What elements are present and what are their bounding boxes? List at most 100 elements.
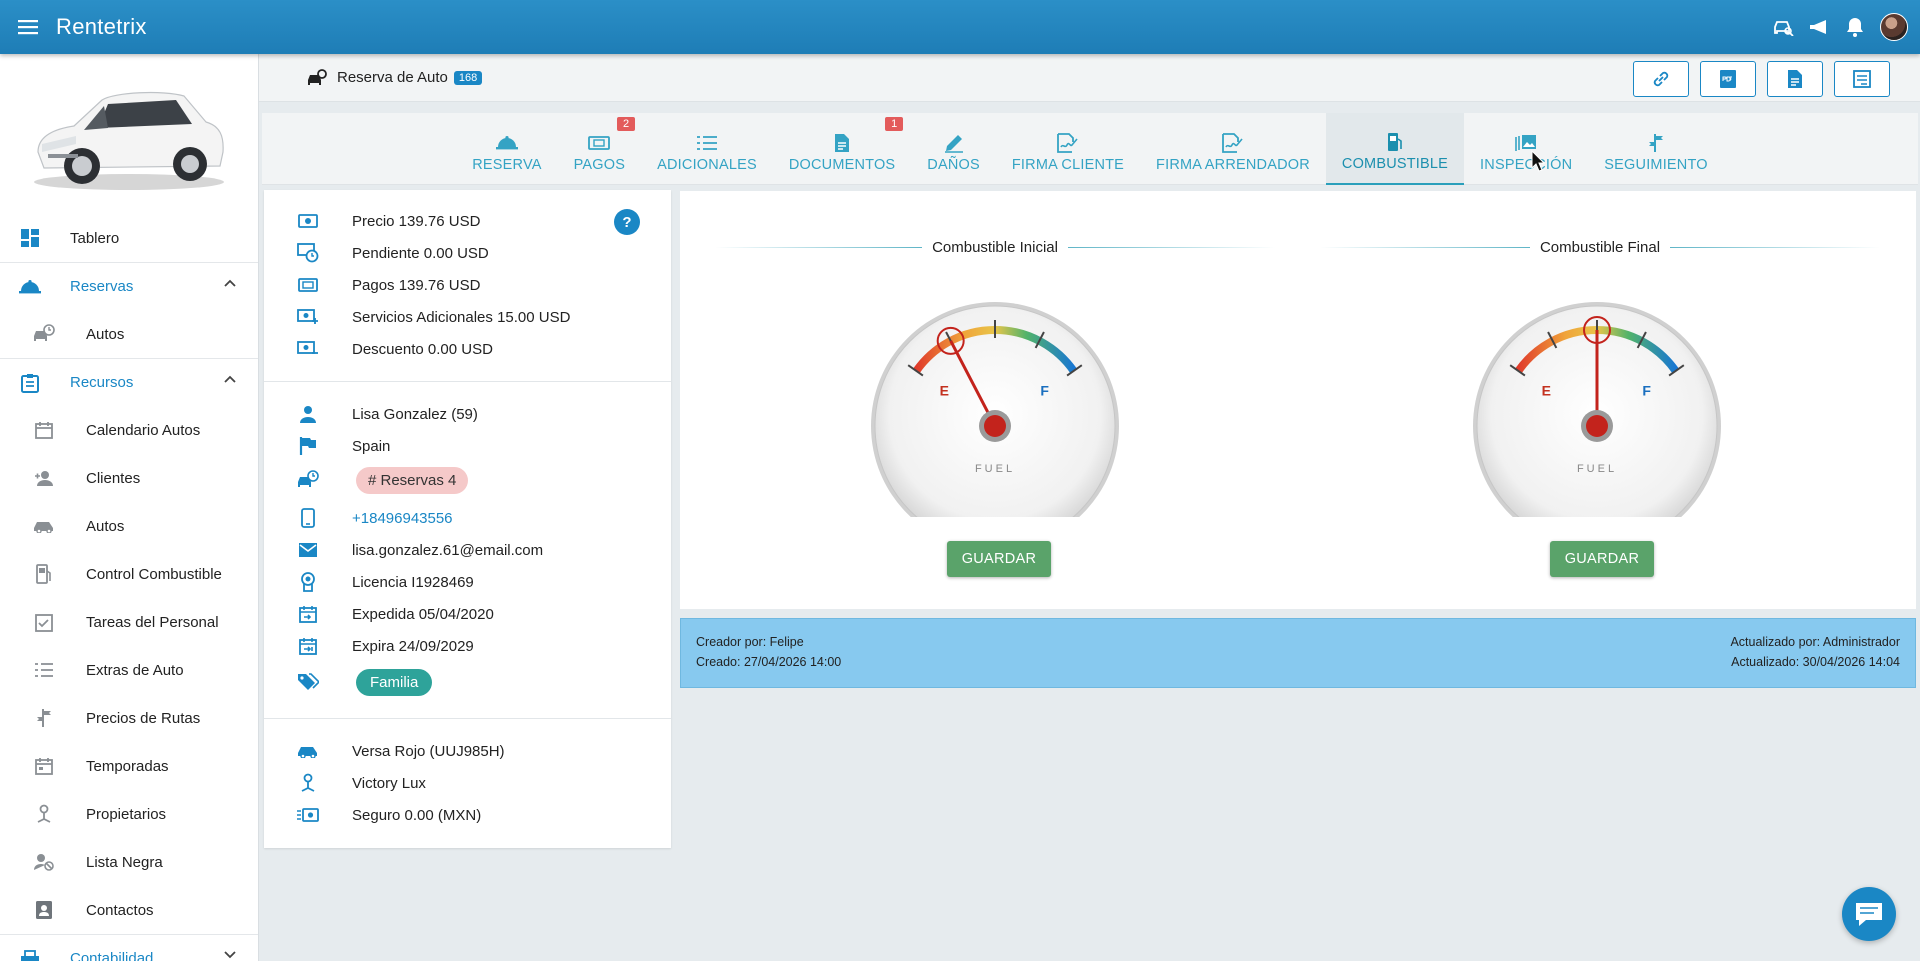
reservations-count-row: # Reservas 4 xyxy=(264,464,671,496)
pdf-button[interactable] xyxy=(1700,61,1756,97)
tab-label: COMBUSTIBLE xyxy=(1341,156,1449,172)
fuel-full-label: F xyxy=(1642,382,1651,398)
insurance-row: Seguro 0.00 (MXN) xyxy=(264,799,671,831)
sidebar-item-control-combustible[interactable]: Control Combustible xyxy=(0,550,258,598)
person-icon xyxy=(297,403,319,425)
fuel-initial-block: Combustible Inicial E F FUEL GUARDAR xyxy=(715,191,1276,609)
customer-tag-chip[interactable]: Familia xyxy=(356,668,433,696)
signature-icon xyxy=(1222,131,1244,155)
car-clock-icon xyxy=(32,322,56,346)
dashboard-icon xyxy=(18,226,42,250)
fuel-gauge-final[interactable]: E F FUEL xyxy=(1472,301,1722,517)
customer-phone-link[interactable]: +18496943556 xyxy=(352,510,453,527)
fuel-final-title: Combustible Final xyxy=(1539,238,1661,256)
tab-danos[interactable]: DAÑOS xyxy=(911,113,996,185)
tab-reserva[interactable]: RESERVA xyxy=(456,113,557,185)
pencil-icon xyxy=(944,131,964,155)
sidebar-section-reservas[interactable]: Reservas xyxy=(0,262,258,310)
tab-seguimiento[interactable]: SEGUIMIENTO xyxy=(1588,113,1723,185)
tab-badge: 2 xyxy=(617,117,636,131)
country-row: Spain xyxy=(264,430,671,462)
reservations-count-chip[interactable]: # Reservas 4 xyxy=(356,466,469,494)
sidebar-item-propietarios[interactable]: Propietarios xyxy=(0,790,258,838)
vehicle-row: Versa Rojo (UUJ985H) xyxy=(264,735,671,767)
license-badge-icon xyxy=(297,571,319,593)
page-header: Reserva de Auto 168 xyxy=(259,54,1920,102)
sidebar-item-precios-rutas[interactable]: Precios de Rutas xyxy=(0,694,258,742)
tab-pagos[interactable]: 2 PAGOS xyxy=(558,113,642,185)
reservation-tabs: RESERVA 2 PAGOS ADICIONALES 1 DOCUMENTOS… xyxy=(262,113,1918,185)
tab-documentos[interactable]: 1 DOCUMENTOS xyxy=(773,113,911,185)
save-final-fuel-button[interactable]: GUARDAR xyxy=(1550,541,1654,577)
sidebar-item-label: Tablero xyxy=(70,229,120,247)
sidebar-item-lista-negra[interactable]: Lista Negra xyxy=(0,838,258,886)
fuel-pump-icon xyxy=(1386,130,1404,154)
fuel-gauge-initial[interactable]: E F FUEL xyxy=(870,301,1120,517)
document-icon xyxy=(834,131,850,155)
sidebar-item-temporadas[interactable]: Temporadas xyxy=(0,742,258,790)
money-clock-icon xyxy=(297,242,319,264)
car-logo-image xyxy=(0,54,258,214)
sidebar-item-tablero[interactable]: Tablero xyxy=(0,214,258,262)
tab-firma-arrendador[interactable]: FIRMA ARRENDADOR xyxy=(1140,113,1326,185)
sidebar-item-label: Recursos xyxy=(70,374,134,391)
sidebar-section-recursos[interactable]: Recursos xyxy=(0,358,258,406)
top-app-bar: Rentetrix xyxy=(0,0,1920,54)
fuel-initial-header: Combustible Inicial xyxy=(715,237,1276,257)
tags-row: Familia xyxy=(264,666,671,698)
calendar-start-icon xyxy=(297,603,319,625)
discount-text: Descuento 0.00 USD xyxy=(352,340,493,358)
page-title: Reserva de Auto xyxy=(337,69,448,86)
sidebar-item-label: Control Combustible xyxy=(86,565,222,583)
mouse-cursor-icon xyxy=(1531,150,1545,172)
sidebar-item-calendario-autos[interactable]: Calendario Autos xyxy=(0,406,258,454)
bell-icon[interactable] xyxy=(1844,16,1866,38)
sidebar-item-tareas[interactable]: Tareas del Personal xyxy=(0,598,258,646)
signpost-icon xyxy=(32,706,56,730)
sidebar-section-contabilidad[interactable]: Contabilidad xyxy=(0,934,258,961)
horn-icon[interactable] xyxy=(1808,16,1830,38)
car-icon xyxy=(32,514,56,538)
tab-inspeccion[interactable]: INSPECCIÓN xyxy=(1464,113,1588,185)
reservation-summary-card: ? Precio 139.76 USD Pendiente 0.00 USD P… xyxy=(264,190,671,848)
document-button[interactable] xyxy=(1767,61,1823,97)
sidebar-item-contactos[interactable]: Contactos xyxy=(0,886,258,934)
list-icon xyxy=(696,131,717,155)
updated-date-text: Actualizado: 30/04/2026 14:04 xyxy=(1731,655,1900,669)
tags-icon xyxy=(297,671,319,693)
car-search-icon[interactable] xyxy=(1772,16,1794,38)
tag-chip-wrap: Familia xyxy=(356,668,433,696)
sidebar-item-label: Reservas xyxy=(70,278,134,295)
owner-row: Victory Lux xyxy=(264,767,671,799)
fuel-caption: FUEL xyxy=(975,463,1015,475)
fuel-caption: FUEL xyxy=(1577,463,1617,475)
copy-link-button[interactable] xyxy=(1633,61,1689,97)
payments-text: Pagos 139.76 USD xyxy=(352,276,481,294)
sidebar-item-label: Contabilidad xyxy=(70,950,154,961)
money-icon xyxy=(297,274,319,296)
additional-services-text: Servicios Adicionales 15.00 USD xyxy=(352,308,571,326)
receipt-icon xyxy=(1853,70,1871,88)
list-icon xyxy=(32,658,56,682)
tab-label: RESERVA xyxy=(472,157,542,173)
calendar-end-icon xyxy=(297,635,319,657)
discount-row: Descuento 0.00 USD xyxy=(264,333,671,365)
creator-text: Creador por: Felipe xyxy=(696,635,804,649)
tab-adicionales[interactable]: ADICIONALES xyxy=(641,113,773,185)
sidebar-item-clientes[interactable]: Clientes xyxy=(0,454,258,502)
chat-button[interactable] xyxy=(1842,887,1896,941)
sidebar-item-autos-recursos[interactable]: Autos xyxy=(0,502,258,550)
tab-label: INSPECCIÓN xyxy=(1480,157,1573,173)
sidebar-item-autos-reservas[interactable]: Autos xyxy=(0,310,258,358)
tab-combustible[interactable]: COMBUSTIBLE xyxy=(1325,113,1465,185)
save-initial-fuel-button[interactable]: GUARDAR xyxy=(947,541,1051,577)
user-avatar[interactable] xyxy=(1880,13,1908,41)
receipt-button[interactable] xyxy=(1834,61,1890,97)
sidebar-item-extras[interactable]: Extras de Auto xyxy=(0,646,258,694)
chevron-up-icon xyxy=(224,375,236,383)
menu-icon[interactable] xyxy=(0,0,56,54)
money-icon xyxy=(588,131,611,155)
money-icon xyxy=(297,210,319,232)
tab-firma-cliente[interactable]: FIRMA CLIENTE xyxy=(996,113,1140,185)
reservation-number-badge: 168 xyxy=(453,70,483,85)
